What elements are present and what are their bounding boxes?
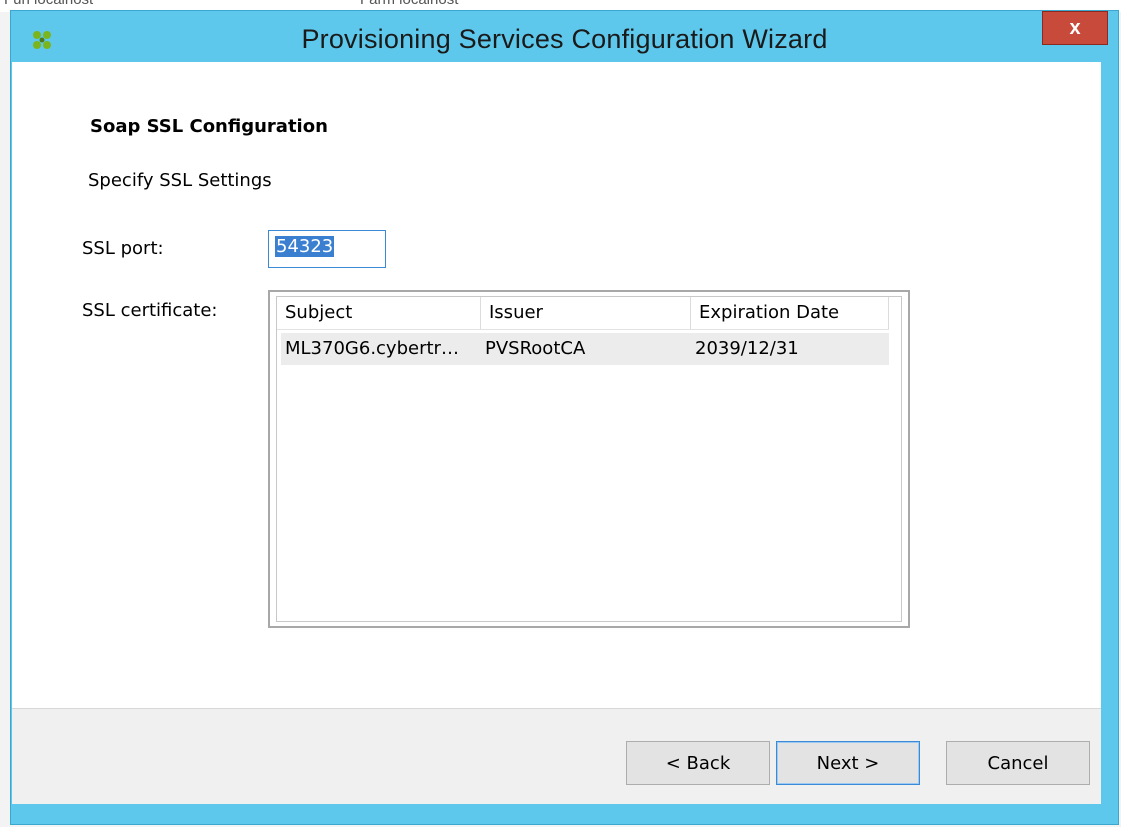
certificate-list-inner: Subject Issuer Expiration Date ML370G6.c…: [276, 296, 902, 622]
table-row[interactable]: ML370G6.cybertr… PVSRootCA 2039/12/31: [281, 333, 889, 365]
cell-subject: ML370G6.cybertr…: [285, 338, 459, 359]
background-text-left: Fun localhost: [4, 0, 93, 8]
ssl-port-value: 54323: [275, 236, 335, 257]
close-icon: x: [1069, 16, 1081, 39]
page-subtitle: Specify SSL Settings: [88, 170, 272, 191]
wizard-content: Soap SSL Configuration Specify SSL Setti…: [12, 62, 1101, 802]
background-text-right: Farm localhost: [360, 0, 458, 8]
column-header-expiration-date[interactable]: Expiration Date: [691, 297, 889, 329]
column-header-issuer[interactable]: Issuer: [481, 297, 691, 329]
button-bar: [12, 708, 1101, 804]
next-button[interactable]: Next >: [776, 741, 920, 785]
back-button[interactable]: < Back: [626, 741, 770, 785]
cell-issuer: PVSRootCA: [485, 338, 586, 359]
ssl-port-input[interactable]: 54323: [268, 230, 386, 268]
close-button[interactable]: x: [1042, 11, 1108, 45]
certificate-list-header: Subject Issuer Expiration Date: [277, 297, 889, 330]
column-header-subject[interactable]: Subject: [277, 297, 481, 329]
cancel-button[interactable]: Cancel: [946, 741, 1090, 785]
ssl-port-label: SSL port:: [82, 238, 164, 259]
ssl-certificate-label: SSL certificate:: [82, 300, 218, 321]
page-title: Soap SSL Configuration: [90, 116, 328, 137]
ssl-certificate-list[interactable]: Subject Issuer Expiration Date ML370G6.c…: [268, 290, 910, 628]
window-title: Provisioning Services Configuration Wiza…: [301, 24, 828, 54]
cell-expiration-date: 2039/12/31: [695, 338, 799, 359]
